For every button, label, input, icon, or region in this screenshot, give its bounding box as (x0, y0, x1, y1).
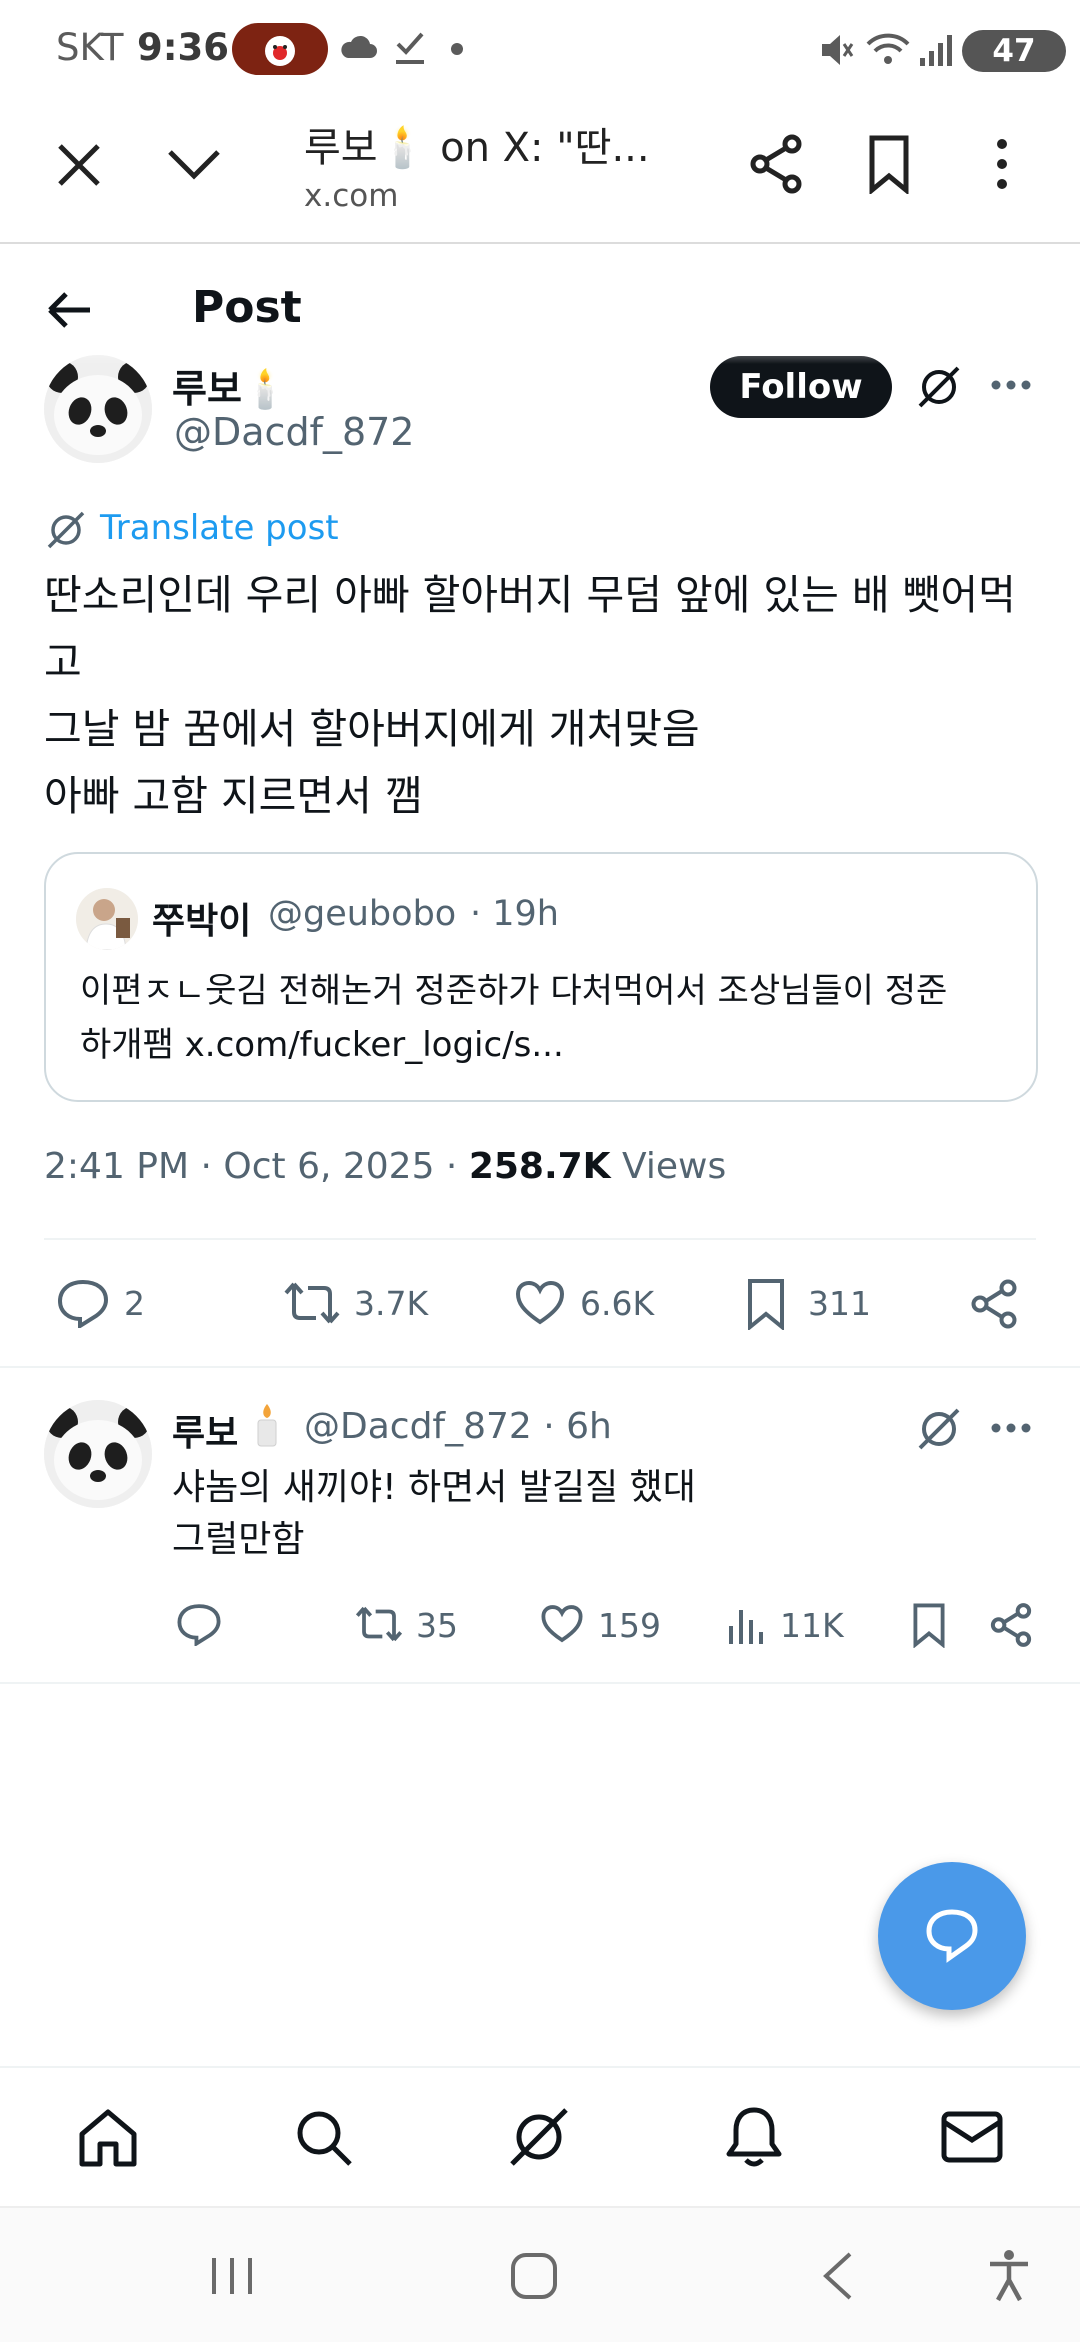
tab-url[interactable]: x.com (304, 178, 398, 214)
more-horizontal-icon[interactable] (990, 1421, 1032, 1435)
quote-text: 이편ㅈㄴ웃김 전해논거 정준하가 다처먹어서 조상님들이 정준 하개팸 x.co… (80, 971, 948, 1065)
repost-icon[interactable] (354, 1604, 404, 1644)
quote-avatar[interactable] (76, 888, 138, 950)
views-label: Views (610, 1146, 727, 1187)
post-text: 딴소리인데 우리 아빠 할아버지 무덤 앞에 있는 배 뺏어먹 고 그날 밤 꿈… (44, 571, 1016, 820)
mascot-icon (265, 36, 295, 66)
more-horizontal-icon[interactable] (990, 378, 1032, 392)
page-title-overlay: Post (192, 282, 302, 333)
post-meta: 2:41 PM · Oct 6, 2025 · 258.7K Views (44, 1146, 726, 1187)
battery-indicator: 47 (962, 30, 1066, 72)
checkmark-icon (396, 32, 424, 64)
accessibility-icon[interactable] (986, 2248, 1032, 2304)
bookmark-icon[interactable] (912, 1602, 946, 1648)
chevron-down-icon[interactable] (164, 144, 224, 184)
bookmark-count: 311 (808, 1284, 871, 1323)
reply-text: 샤놈의 새끼야! 하면서 발길질 했대 그럴만함 (172, 1467, 696, 1560)
translate-post-link[interactable]: Translate post (100, 508, 339, 548)
author-handle[interactable]: @Dacdf_872 (174, 410, 414, 454)
reply-icon (926, 1909, 978, 1963)
close-icon[interactable] (54, 140, 104, 190)
reply-action-bar: 35 159 11K (0, 1596, 1080, 1656)
quote-author-name: 쭈박이 (152, 901, 252, 942)
reply-count: 2 (124, 1284, 145, 1323)
clock: 9:36 (137, 26, 230, 69)
grok-icon[interactable] (916, 1406, 962, 1452)
panda-avatar-image (44, 355, 152, 463)
signal-icon (920, 35, 952, 66)
reply-avatar[interactable] (44, 1400, 152, 1508)
header-fade (0, 244, 1080, 364)
repost-count: 3.7K (354, 1284, 429, 1323)
avatar[interactable] (44, 355, 152, 463)
bell-icon[interactable] (724, 2104, 784, 2170)
candle-icon (257, 1404, 277, 1447)
like-count: 6.6K (580, 1284, 655, 1323)
bookmark-icon[interactable] (746, 1278, 786, 1330)
search-icon[interactable] (292, 2106, 356, 2170)
heart-icon[interactable] (540, 1604, 584, 1644)
quote-avatar-image (76, 888, 138, 950)
recent-apps-icon[interactable] (208, 2254, 256, 2298)
author-name[interactable]: 루보🕯️ (172, 358, 289, 413)
dot-icon (451, 43, 463, 55)
follow-button[interactable]: Follow (710, 356, 892, 418)
carrier-label: SKT (56, 26, 124, 69)
quote-author-handle: @geubobo (268, 894, 457, 934)
mail-icon[interactable] (940, 2110, 1004, 2164)
more-vertical-icon[interactable] (990, 136, 1014, 192)
views-count: 258.7K (468, 1146, 611, 1187)
reply-author-name[interactable]: 루보 (172, 1404, 238, 1456)
repost-icon[interactable] (282, 1280, 342, 1326)
post-action-bar: 2 3.7K 6.6K 311 (0, 1270, 1080, 1340)
back-icon[interactable] (818, 2250, 858, 2302)
reply-icon[interactable] (176, 1602, 222, 1646)
system-navigation-bar (0, 2206, 1080, 2342)
status-bar: SKT 9:36 47 (0, 0, 1080, 100)
reply-like-count: 159 (598, 1606, 661, 1645)
divider (44, 1238, 1036, 1240)
quote-time: · 19h (470, 894, 559, 934)
views-icon[interactable] (726, 1604, 766, 1646)
wifi-icon (866, 33, 910, 64)
home-button-icon[interactable] (508, 2250, 560, 2302)
reply-compose-button[interactable] (878, 1862, 1026, 2010)
mute-icon (822, 35, 854, 65)
translate-icon[interactable] (46, 510, 86, 550)
share-icon[interactable] (968, 1278, 1020, 1330)
quoted-post-card[interactable]: 쭈박이 @geubobo · 19h 이편ㅈㄴ웃김 전해논거 정준하가 다처먹어… (44, 852, 1038, 1102)
notification-pill (232, 23, 328, 75)
reply-repost-count: 35 (416, 1606, 458, 1645)
home-icon[interactable] (76, 2106, 140, 2170)
share-icon[interactable] (748, 134, 806, 194)
post-timestamp: 2:41 PM · Oct 6, 2025 · (44, 1146, 469, 1187)
arrow-left-icon[interactable] (46, 290, 94, 330)
divider (0, 1682, 1080, 1684)
grok-icon[interactable] (506, 2104, 572, 2170)
share-icon[interactable] (988, 1602, 1034, 1648)
reply-views-count: 11K (780, 1606, 844, 1645)
grok-icon[interactable] (916, 364, 962, 410)
reply-icon[interactable] (56, 1278, 110, 1328)
cloud-icon (341, 35, 377, 58)
heart-icon[interactable] (514, 1280, 566, 1326)
tab-title[interactable]: 루보🕯️ on X: "딴... (304, 115, 650, 173)
panda-avatar-image (44, 1400, 152, 1508)
bookmark-icon[interactable] (866, 134, 912, 194)
bottom-navigation (0, 2066, 1080, 2208)
reply-handle[interactable]: @Dacdf_872 · 6h (304, 1406, 612, 1447)
